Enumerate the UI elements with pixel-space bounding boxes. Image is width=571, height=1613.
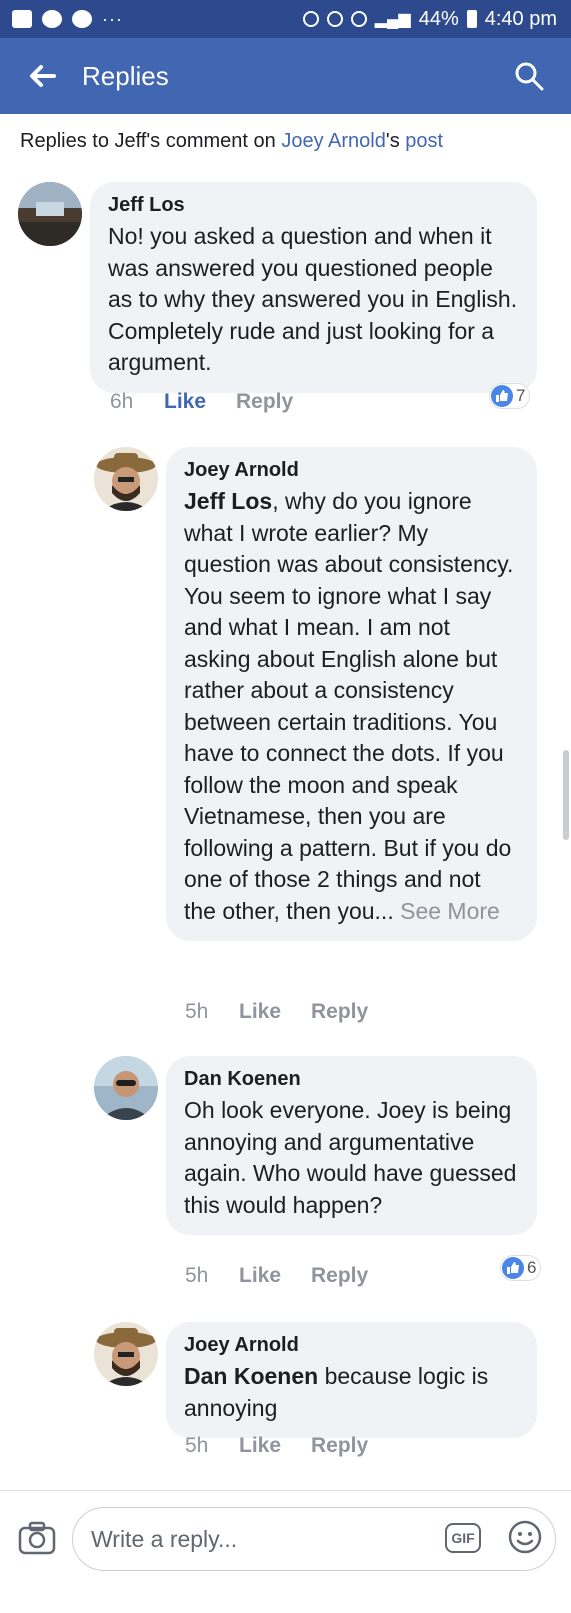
context-possessive: 's (385, 130, 406, 152)
comment-bubble: Dan Koenen Oh look everyone. Joey is bei… (166, 1056, 537, 1235)
page-title: Replies (82, 60, 169, 91)
thumbs-up-icon (502, 1257, 524, 1279)
comment-author[interactable]: Dan Koenen (184, 1068, 519, 1091)
comment-actions: 5h Like Reply (185, 1000, 368, 1024)
like-button[interactable]: Like (239, 1434, 311, 1458)
reply-input[interactable]: Write a reply... (72, 1507, 556, 1571)
reply-placeholder: Write a reply... (91, 1525, 238, 1552)
avatar[interactable] (94, 1322, 158, 1386)
avatar[interactable] (94, 1056, 158, 1120)
comment-author[interactable]: Joey Arnold (184, 1334, 519, 1357)
comment-actions: 5h Like Reply (185, 1264, 368, 1288)
reaction-count[interactable]: 7 (490, 384, 530, 408)
post-link[interactable]: post (405, 130, 443, 152)
reply-composer: Write a reply... GIF (0, 1490, 571, 1613)
comment-author[interactable]: Jeff Los (108, 194, 519, 217)
camera-icon[interactable] (18, 1521, 56, 1555)
context-prefix: Replies to Jeff's comment on (20, 130, 282, 152)
comment-time: 5h (185, 1000, 209, 1023)
reaction-count[interactable]: 6 (501, 1256, 541, 1280)
back-arrow-icon (30, 65, 56, 87)
status-bar: ··· ▂▄▆ 44% 4:40 pm (0, 0, 571, 38)
post-author-link[interactable]: Joey Arnold (281, 130, 386, 152)
comment-bubble: Jeff Los No! you asked a question and wh… (90, 182, 537, 393)
comment-bubble: Joey Arnold Dan Koenen because logic is … (166, 1322, 537, 1438)
thumbs-up-icon (491, 385, 513, 407)
clock: 4:40 pm (484, 7, 557, 30)
more-notifications: ··· (102, 8, 123, 29)
comment-text: Dan Koenen because logic is annoying (184, 1361, 519, 1424)
reaction-number: 7 (516, 386, 526, 405)
comment-text: No! you asked a question and when it was… (108, 223, 518, 375)
emoji-icon[interactable] (507, 1519, 543, 1555)
alarm-icon (302, 11, 319, 27)
reply-button[interactable]: Reply (311, 1434, 368, 1458)
scrollbar[interactable] (563, 750, 569, 840)
comment-body: , why do you ignore what I wrote earlier… (184, 488, 514, 924)
comment-author[interactable]: Joey Arnold (184, 459, 519, 482)
mute-icon (326, 11, 343, 27)
image-icon (12, 10, 32, 28)
comment-time: 5h (185, 1264, 209, 1287)
comment-actions: 5h Like Reply (185, 1434, 368, 1458)
back-button[interactable] (22, 56, 62, 96)
data-icon (350, 11, 367, 27)
signal-icon: ▂▄▆ (374, 11, 411, 28)
app-bar: Replies (0, 38, 571, 114)
avatar[interactable] (18, 182, 82, 246)
reply-button[interactable]: Reply (311, 1000, 368, 1024)
replies-context: Replies to Jeff's comment on Joey Arnold… (20, 130, 443, 153)
comment-bubble: Joey Arnold Jeff Los, why do you ignore … (166, 447, 537, 941)
see-more-link[interactable]: See More (394, 898, 500, 924)
comment-text: Oh look everyone. Joey is being annoying… (184, 1097, 517, 1218)
search-icon[interactable] (513, 60, 545, 92)
messenger-icon (72, 10, 92, 28)
avatar[interactable] (94, 447, 158, 511)
battery-percent: 44% (418, 7, 459, 30)
like-button[interactable]: Like (239, 1000, 311, 1024)
like-button[interactable]: Like (164, 390, 236, 414)
reply-button[interactable]: Reply (311, 1264, 368, 1288)
comment-text: Jeff Los, why do you ignore what I wrote… (184, 486, 519, 927)
comment-time: 5h (185, 1434, 209, 1457)
app-icon (42, 10, 62, 28)
reaction-number: 6 (527, 1258, 537, 1277)
gif-button[interactable]: GIF (445, 1523, 481, 1553)
battery-icon (466, 10, 477, 28)
mention-link[interactable]: Dan Koenen (184, 1363, 318, 1389)
mention-link[interactable]: Jeff Los (184, 488, 272, 514)
comment-actions: 6h Like Reply (110, 390, 293, 414)
comment-time: 6h (110, 390, 134, 413)
reply-button[interactable]: Reply (236, 390, 293, 414)
like-button[interactable]: Like (239, 1264, 311, 1288)
